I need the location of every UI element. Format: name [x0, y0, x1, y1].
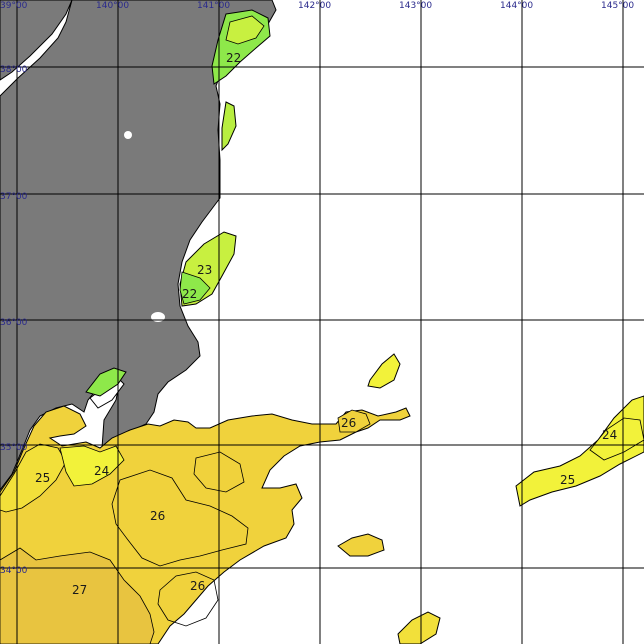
- contour-label: 24: [602, 428, 617, 442]
- lat-label: 35°00: [0, 443, 28, 453]
- contour-label: 26: [190, 579, 205, 593]
- lon-label: 144°00: [500, 1, 533, 11]
- lon-label: 140°00: [96, 1, 129, 11]
- contour-label: 22: [226, 51, 241, 65]
- lon-label: 142°00: [298, 1, 331, 11]
- lon-label: 145°00: [601, 1, 634, 11]
- lon-label: 141°00: [197, 1, 230, 11]
- contour-label: 25: [35, 471, 50, 485]
- contour-label: 25: [560, 473, 575, 487]
- contour-label: 27: [72, 583, 87, 597]
- lat-label: 34°00: [0, 566, 28, 576]
- lat-label: 36°00: [0, 318, 28, 328]
- contour-label: 26: [150, 509, 165, 523]
- land-lake: [124, 131, 132, 139]
- contour-label: 23: [197, 263, 212, 277]
- contour-label: 24: [94, 464, 109, 478]
- lon-label: 143°00: [399, 1, 432, 11]
- lat-label: 38°00: [0, 65, 28, 75]
- lat-label: 37°00: [0, 192, 28, 202]
- contour-label: 22: [182, 287, 197, 301]
- contour-label: 26: [341, 416, 356, 430]
- sea-surface-temperature-map: 39°00 140°00 141°00 142°00 143°00 144°00…: [0, 0, 644, 644]
- lon-label: 39°00: [0, 1, 28, 11]
